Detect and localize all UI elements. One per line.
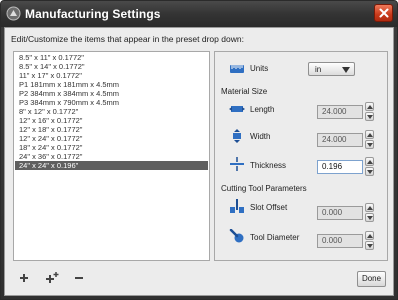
arrow-down-icon xyxy=(367,170,373,174)
list-item[interactable]: 8.5" x 14" x 0.1772" xyxy=(15,62,208,71)
remove-preset-button[interactable] xyxy=(71,271,87,285)
slot-offset-icon xyxy=(230,199,244,213)
tool-diameter-icon xyxy=(229,229,244,243)
width-field[interactable]: 24.000 xyxy=(317,133,363,147)
arrow-up-icon xyxy=(367,206,373,210)
tool-diameter-field[interactable]: 0.000 xyxy=(317,234,363,248)
duplicate-plus-icon xyxy=(46,272,59,283)
list-item[interactable]: 18" x 24" x 0.1772" xyxy=(15,143,208,152)
list-item[interactable]: 11" x 17" x 0.1772" xyxy=(15,71,208,80)
thickness-decrement-button[interactable] xyxy=(365,167,374,176)
length-decrement-button[interactable] xyxy=(365,112,374,121)
length-field[interactable]: 24.000 xyxy=(317,105,363,119)
arrow-down-icon xyxy=(367,115,373,119)
thickness-stepper[interactable] xyxy=(365,157,374,177)
settings-panel: Units in Material Size Length 24.000 Wid… xyxy=(214,51,388,261)
duplicate-preset-button[interactable] xyxy=(44,271,60,285)
thickness-icon xyxy=(230,157,244,171)
list-item[interactable]: P2 384mm x 384mm x 4.5mm xyxy=(15,89,208,98)
width-increment-button[interactable] xyxy=(365,130,374,139)
arrow-down-icon xyxy=(367,143,373,147)
app-icon xyxy=(6,6,21,21)
length-icon xyxy=(229,106,245,112)
slot-offset-label: Slot Offset xyxy=(250,203,288,212)
width-icon xyxy=(233,129,241,143)
units-dropdown[interactable]: in xyxy=(308,62,355,76)
tool-diameter-decrement-button[interactable] xyxy=(365,241,374,250)
arrow-up-icon xyxy=(367,160,373,164)
list-item[interactable]: 8.5" x 11" x 0.1772" xyxy=(15,53,208,62)
slot-offset-decrement-button[interactable] xyxy=(365,213,374,222)
window-title: Manufacturing Settings xyxy=(25,7,161,21)
material-size-label: Material Size xyxy=(221,87,268,96)
thickness-label: Thickness xyxy=(250,161,287,170)
thickness-field[interactable]: 0.196 xyxy=(317,160,363,174)
width-label: Width xyxy=(250,132,271,141)
ruler-icon xyxy=(230,65,244,73)
list-item[interactable]: 24" x 36" x 0.1772" xyxy=(15,152,208,161)
plus-icon xyxy=(20,274,28,282)
width-decrement-button[interactable] xyxy=(365,140,374,149)
instructions-text: Edit/Customize the items that appear in … xyxy=(11,34,244,44)
cutting-tool-parameters-label: Cutting Tool Parameters xyxy=(221,184,307,193)
length-label: Length xyxy=(250,105,275,114)
arrow-up-icon xyxy=(367,133,373,137)
tool-diameter-stepper[interactable] xyxy=(365,231,374,251)
arrow-up-icon xyxy=(367,234,373,238)
arrow-down-icon xyxy=(367,244,373,248)
slot-offset-stepper[interactable] xyxy=(365,203,374,223)
list-item[interactable]: 12" x 16" x 0.1772" xyxy=(15,116,208,125)
list-item-selected[interactable]: 24" x 24" x 0.196" xyxy=(15,161,208,170)
list-item[interactable]: 12" x 18" x 0.1772" xyxy=(15,125,208,134)
done-button[interactable]: Done xyxy=(357,271,386,287)
units-label: Units xyxy=(250,64,269,73)
units-value: in xyxy=(315,65,322,74)
list-item[interactable]: P3 384mm x 790mm x 4.5mm xyxy=(15,98,208,107)
list-item[interactable]: 12" x 24" x 0.1772" xyxy=(15,134,208,143)
slot-offset-field[interactable]: 0.000 xyxy=(317,206,363,220)
arrow-down-icon xyxy=(367,216,373,220)
tool-diameter-increment-button[interactable] xyxy=(365,231,374,240)
close-icon xyxy=(379,8,389,18)
preset-list[interactable]: 8.5" x 11" x 0.1772" 8.5" x 14" x 0.1772… xyxy=(13,51,210,261)
width-stepper[interactable] xyxy=(365,130,374,150)
dialog-body: Edit/Customize the items that appear in … xyxy=(4,27,394,296)
arrow-up-icon xyxy=(367,105,373,109)
thickness-increment-button[interactable] xyxy=(365,157,374,166)
length-stepper[interactable] xyxy=(365,102,374,122)
title-bar[interactable]: Manufacturing Settings xyxy=(1,1,397,27)
slot-offset-increment-button[interactable] xyxy=(365,203,374,212)
tool-diameter-label: Tool Diameter xyxy=(250,233,300,242)
list-item[interactable]: P1 181mm x 181mm x 4.5mm xyxy=(15,80,208,89)
add-preset-button[interactable] xyxy=(16,271,32,285)
close-button[interactable] xyxy=(374,4,393,22)
list-item[interactable]: 8" x 12" x 0.1772" xyxy=(15,107,208,116)
length-increment-button[interactable] xyxy=(365,102,374,111)
manufacturing-settings-window: Manufacturing Settings Edit/Customize th… xyxy=(0,0,398,300)
chevron-down-icon xyxy=(342,67,350,73)
